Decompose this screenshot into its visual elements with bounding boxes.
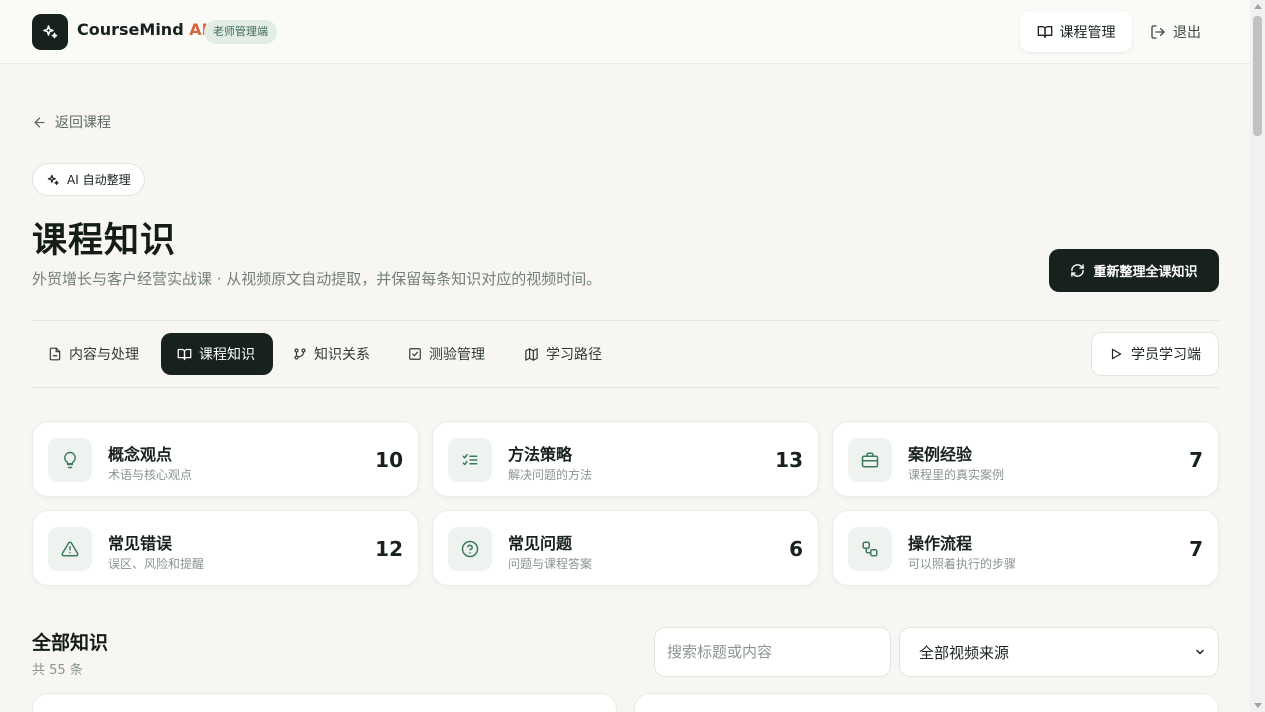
card-title: 常见问题 (508, 534, 573, 553)
divider (32, 387, 1219, 388)
scroll-down-arrow-icon[interactable] (1254, 703, 1262, 708)
chevron-down-icon (1196, 649, 1204, 655)
logout-label: 退出 (1173, 24, 1201, 41)
all-knowledge-title: 全部知识 (32, 632, 109, 654)
sparkles-icon (47, 174, 59, 185)
card-count: 6 (789, 537, 803, 561)
reorganize-label: 重新整理全课知识 (1093, 265, 1198, 280)
logout-button[interactable]: 退出 (1150, 11, 1201, 52)
category-card-concepts[interactable]: 概念观点 术语与核心观点 10 (32, 421, 419, 497)
ai-auto-organize-chip: AI 自动整理 (32, 163, 145, 196)
card-desc: 术语与核心观点 (108, 468, 193, 482)
category-card-faq[interactable]: 常见问题 问题与课程答案 6 (432, 510, 819, 586)
course-management-button[interactable]: 课程管理 (1020, 11, 1132, 52)
logout-icon (1151, 24, 1165, 39)
tab-content-processing[interactable]: 内容与处理 (32, 333, 155, 375)
source-select-value: 全部视频来源 (919, 643, 1010, 662)
tab-label: 内容与处理 (69, 347, 139, 363)
back-link-label: 返回课程 (55, 115, 111, 131)
arrow-left-icon (34, 117, 45, 127)
card-desc: 解决问题的方法 (508, 468, 593, 482)
card-icon-box (448, 527, 492, 571)
card-title: 常见错误 (108, 534, 173, 553)
student-learning-button[interactable]: 学员学习端 (1091, 332, 1219, 376)
knowledge-count: 共 55 条 (32, 663, 83, 678)
tab-learning-path[interactable]: 学习路径 (508, 333, 618, 375)
card-desc: 可以照着执行的步骤 (908, 557, 1017, 571)
warning-icon (61, 541, 79, 557)
category-card-cases[interactable]: 案例经验 课程里的真实案例 7 (832, 421, 1219, 497)
tab-knowledge-relations[interactable]: 知识关系 (277, 333, 386, 375)
git-branch-icon (294, 348, 306, 360)
list-check-icon (462, 454, 478, 466)
book-open-icon (1037, 25, 1052, 38)
page-scrollbar[interactable] (1250, 0, 1265, 712)
category-card-mistakes[interactable]: 常见错误 误区、风险和提醒 12 (32, 510, 419, 586)
card-icon-box (48, 527, 92, 571)
refresh-icon (1071, 264, 1085, 277)
divider (32, 320, 1219, 321)
card-icon-box (848, 527, 892, 571)
card-icon-box (848, 438, 892, 482)
briefcase-icon (861, 452, 879, 468)
ai-chip-label: AI 自动整理 (67, 173, 131, 187)
student-button-label: 学员学习端 (1131, 347, 1201, 363)
role-badge: 老师管理端 (204, 20, 277, 44)
scroll-thumb[interactable] (1253, 16, 1262, 136)
card-title: 操作流程 (908, 534, 973, 553)
card-title: 案例经验 (908, 445, 973, 464)
page-title: 课程知识 (32, 221, 177, 261)
lightbulb-icon (64, 451, 76, 469)
card-desc: 问题与课程答案 (508, 557, 593, 571)
category-card-workflow[interactable]: 操作流程 可以照着执行的步骤 7 (832, 510, 1219, 586)
card-count: 10 (375, 448, 403, 472)
card-title: 概念观点 (108, 445, 173, 464)
brand-name: CourseMind AI (77, 20, 208, 39)
logo[interactable] (32, 14, 68, 50)
card-title: 方法策略 (508, 445, 573, 464)
card-icon-box (48, 438, 92, 482)
search-input[interactable] (654, 627, 891, 677)
tab-course-knowledge[interactable]: 课程知识 (161, 333, 273, 375)
card-count: 13 (775, 448, 803, 472)
check-square-icon (409, 348, 421, 360)
workflow-icon (862, 541, 878, 557)
card-desc: 课程里的真实案例 (908, 468, 1005, 482)
help-circle-icon (461, 540, 479, 558)
page-subtitle: 外贸增长与客户经营实战课 · 从视频原文自动提取，并保留每条知识对应的视频时间。 (32, 270, 602, 288)
card-icon-box (448, 438, 492, 482)
category-card-methods[interactable]: 方法策略 解决问题的方法 13 (432, 421, 819, 497)
play-icon (1111, 348, 1122, 360)
sparkles-icon (43, 25, 58, 39)
card-desc: 误区、风险和提醒 (108, 557, 205, 571)
tab-label: 学习路径 (546, 347, 602, 363)
reorganize-all-knowledge-button[interactable]: 重新整理全课知识 (1049, 249, 1219, 292)
tab-label: 测验管理 (429, 347, 485, 363)
course-management-label: 课程管理 (1059, 24, 1116, 41)
card-count: 7 (1189, 537, 1203, 561)
back-to-course-link[interactable]: 返回课程 (32, 112, 111, 132)
tab-quiz-management[interactable]: 测验管理 (392, 333, 501, 375)
file-icon (49, 347, 61, 361)
scroll-up-arrow-icon[interactable] (1254, 4, 1262, 9)
card-count: 7 (1189, 448, 1203, 472)
video-source-select[interactable]: 全部视频来源 (899, 627, 1219, 677)
map-icon (525, 347, 538, 361)
top-header: CourseMind AI 老师管理端 课程管理 退出 (0, 0, 1250, 64)
knowledge-item-card[interactable] (634, 693, 1219, 712)
book-open-icon (177, 348, 192, 360)
tab-label: 课程知识 (199, 347, 255, 363)
tab-label: 知识关系 (314, 347, 370, 363)
card-count: 12 (375, 537, 403, 561)
knowledge-item-card[interactable] (32, 693, 617, 712)
